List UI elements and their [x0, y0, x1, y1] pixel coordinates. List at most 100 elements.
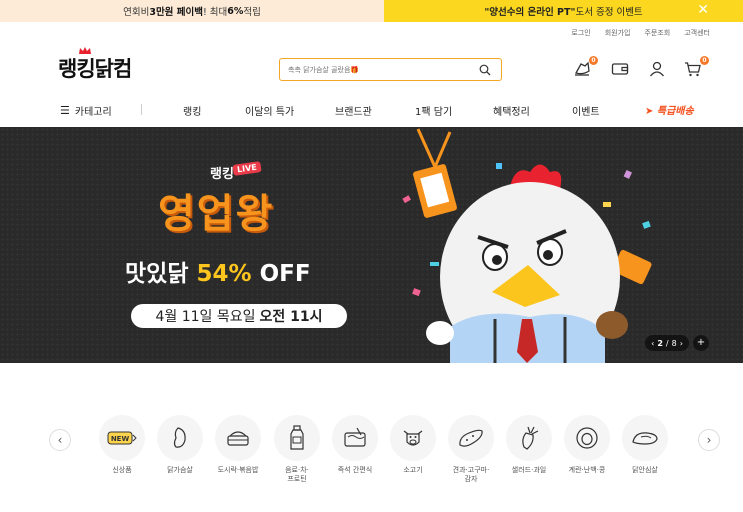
nav-item-ranking[interactable]: 랭킹 [183, 103, 201, 118]
user-icon [649, 61, 665, 77]
nav-divider [141, 104, 142, 115]
date-pre: 4월 11일 목요일 [155, 309, 256, 325]
banner-brand: 랭킹 [210, 167, 234, 182]
recent-view-button[interactable]: 0 [573, 56, 598, 80]
category-salad[interactable]: 샐러드·과일 [499, 415, 559, 475]
chicken-breast-icon [173, 427, 186, 448]
category-label: 샐러드·과일 [511, 466, 547, 474]
banner-headline: 영업왕 [158, 191, 275, 237]
signup-link[interactable]: 회원가입 [605, 28, 631, 38]
main-nav: ☰ 카테고리 랭킹 이달의 특가 브랜드관 1팩 담기 혜택정리 이벤트 ➤ 특… [0, 96, 743, 124]
wallet-button[interactable] [611, 60, 631, 80]
event-text-bold: "양선수의 온라인 PT" [484, 7, 576, 18]
category-lunchbox[interactable]: 도시락·볶음밥 [208, 415, 268, 475]
site-logo[interactable]: 랭킹닭컴 [58, 53, 132, 83]
live-badge: LIVE [232, 161, 262, 176]
category-beef[interactable]: 소고기 [383, 415, 443, 475]
sub-pre: 맛있닭 [125, 261, 197, 287]
banner-pager[interactable]: ‹ 2 / 8 › [645, 335, 689, 351]
utility-links: 로그인 회원가입 주문조회 고객센터 [571, 28, 710, 38]
lunchbox-icon [227, 431, 249, 446]
pager-current: 2 [657, 338, 663, 348]
category-label: 계란·난백·콩 [568, 466, 606, 474]
nav-item-monthly-deal[interactable]: 이달의 특가 [245, 103, 294, 118]
banner-subtitle: 맛있닭 54% OFF [125, 254, 311, 288]
pager-total: 8 [671, 338, 677, 348]
event-text-post: 도서 증정 이벤트 [575, 7, 643, 18]
carousel-next-button[interactable]: › [698, 429, 720, 451]
category-drinks[interactable]: 음료·차· 프로틴 [267, 415, 327, 484]
category-circle [157, 415, 203, 461]
category-circle [622, 415, 668, 461]
category-label: 음료·차· 프로틴 [285, 466, 309, 483]
login-link[interactable]: 로그인 [571, 28, 590, 38]
category-circle [506, 415, 552, 461]
chevron-left-icon: ‹ [57, 433, 63, 447]
sweet-potato-icon [459, 429, 483, 447]
category-label: 닭안심살 [632, 466, 658, 474]
bottle-icon [290, 425, 304, 450]
category-circle [215, 415, 261, 461]
category-circle [332, 415, 378, 461]
cart-button[interactable]: 0 [684, 56, 709, 80]
wallet-icon [611, 63, 629, 75]
category-label: 즉석 간편식 [337, 466, 373, 474]
category-nuts[interactable]: 견과·고구마· 감자 [441, 415, 501, 484]
recent-items-icon [575, 61, 590, 76]
promo-banner-event[interactable]: "양선수의 온라인 PT" 도서 증정 이벤트 ✕ [384, 0, 743, 22]
category-menu-button[interactable]: ☰ 카테고리 [60, 103, 112, 118]
sub-percent: 54% [196, 261, 252, 287]
instant-food-icon [344, 427, 366, 447]
chevron-right-icon[interactable]: › [680, 339, 683, 348]
category-label: 카테고리 [74, 107, 112, 118]
category-label: 닭가슴살 [167, 466, 193, 474]
category-tenderloin[interactable]: 닭안심살 [615, 415, 675, 475]
promo-text-bold2: 6% [227, 5, 244, 17]
new-icon: NEW [107, 431, 137, 445]
customer-center-link[interactable]: 고객센터 [684, 28, 710, 38]
my-page-button[interactable] [648, 60, 668, 80]
carrot-icon [522, 426, 539, 450]
promo-text-pre: 연회비 [123, 7, 150, 18]
category-chicken-breast[interactable]: 닭가슴살 [150, 415, 210, 475]
category-label: 도시락·볶음밥 [217, 466, 259, 474]
nav-item-benefits[interactable]: 혜택정리 [493, 103, 530, 118]
promo-text-mid: ! 최대 [202, 7, 228, 18]
search-box [279, 58, 502, 81]
order-lookup-link[interactable]: 주문조회 [644, 28, 670, 38]
search-icon[interactable] [479, 64, 491, 76]
plus-icon[interactable]: + [693, 335, 709, 351]
chevron-left-icon[interactable]: ‹ [651, 339, 654, 348]
recent-badge: 0 [589, 56, 598, 65]
category-egg[interactable]: 계란·난백·콩 [557, 415, 617, 475]
cart-badge: 0 [700, 56, 709, 65]
chevron-right-icon: › [706, 433, 712, 447]
category-shortcuts: ‹ › NEW 신상품 닭가슴살 도시락·볶음밥 음료·차· 프로틴 즉석 간편… [0, 415, 743, 505]
express-truck-icon: ➤ [645, 106, 654, 117]
nav-item-brand[interactable]: 브랜드관 [335, 103, 372, 118]
cart-icon [685, 62, 701, 77]
promo-text-bold1: 3만원 페이백 [149, 7, 203, 18]
carousel-prev-button[interactable]: ‹ [49, 429, 71, 451]
tenderloin-icon [632, 432, 658, 445]
search-input[interactable] [288, 65, 468, 74]
pager-separator: / [665, 338, 669, 348]
sub-post: OFF [251, 261, 311, 287]
category-instant[interactable]: 즉석 간편식 [325, 415, 385, 475]
close-icon[interactable]: ✕ [697, 3, 709, 17]
category-circle [448, 415, 494, 461]
category-label: 소고기 [403, 466, 423, 474]
nav-item-express-delivery[interactable]: ➤ 특급배송 [645, 102, 694, 117]
egg-icon [576, 427, 598, 449]
promo-banner-membership[interactable]: 연회비 3만원 페이백! 최대 6% 적립 [0, 0, 384, 22]
category-circle: NEW [99, 415, 145, 461]
hamburger-icon: ☰ [60, 104, 70, 117]
hero-banner[interactable]: 랭킹 LIVE 영업왕 맛있닭 54% OFF 4월 11일 목요일 오전 11시 [0, 127, 743, 363]
promo-text-post: 적립 [243, 7, 261, 18]
nav-item-event[interactable]: 이벤트 [572, 103, 600, 118]
category-new[interactable]: NEW 신상품 [92, 415, 152, 475]
category-label: 견과·고구마· 감자 [452, 466, 490, 483]
express-label: 특급배송 [656, 106, 694, 117]
category-circle [564, 415, 610, 461]
nav-item-1pack[interactable]: 1팩 담기 [415, 103, 452, 118]
